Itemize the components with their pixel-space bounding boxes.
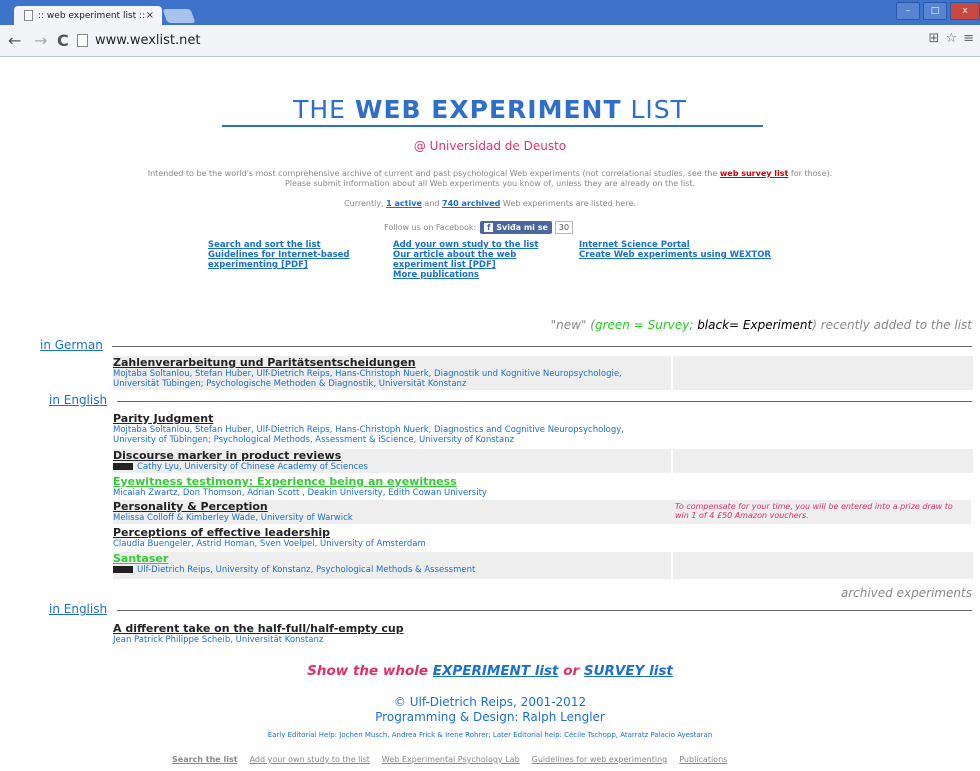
- new-tab-button[interactable]: [162, 9, 196, 23]
- forward-icon[interactable]: →: [34, 31, 47, 50]
- footer-lab-link[interactable]: Web Experimental Psychology Lab: [382, 755, 520, 764]
- window-controls: – □ x: [893, 2, 980, 20]
- article-link[interactable]: Our article about the web experiment lis…: [393, 250, 553, 270]
- browser-titlebar: :: web experiment list :: × – □ x: [0, 0, 980, 25]
- experiment-note: To compensate for your time, you will be…: [675, 502, 953, 520]
- maximize-button[interactable]: □: [923, 2, 947, 20]
- experiment-authors: Jean Patrick Philippe Scheib, Universitä…: [113, 635, 324, 645]
- experiment-title[interactable]: Parity Judgment: [113, 412, 971, 425]
- experiment-title[interactable]: Eyewitness testimony: Experience being a…: [113, 475, 971, 488]
- experiment-row: Zahlenverarbeitung und Paritätsentscheid…: [113, 356, 973, 390]
- links-col-1: Search and sort the list Guidelines for …: [208, 240, 358, 270]
- footer-publications-link[interactable]: Publications: [679, 755, 727, 764]
- url-text: www.wexlist.net: [95, 32, 201, 48]
- row-side-cell: [671, 552, 973, 579]
- search-list-link[interactable]: Search and sort the list: [208, 240, 358, 250]
- experiment-row: Eyewitness testimony: Experience being a…: [113, 475, 971, 499]
- internet-science-portal-link[interactable]: Internet Science Portal: [579, 240, 799, 250]
- footer-guidelines-link[interactable]: Guidelines for web experimenting: [532, 755, 668, 764]
- experiment-authors: Ulf-Dietrich Reips, University of Konsta…: [137, 565, 476, 575]
- programming-credit: Programming & Design: Ralph Lengler: [375, 710, 605, 724]
- experiment-row: Personality & Perception Melissa Colloff…: [113, 500, 971, 524]
- wextor-link[interactable]: Create Web experiments using WEXTOR: [579, 250, 799, 260]
- section-rule: [117, 401, 972, 402]
- experiment-row: A different take on the half-full/half-e…: [113, 622, 971, 648]
- menu-icon[interactable]: ≡: [963, 31, 974, 46]
- archived-heading: archived experiments: [840, 586, 972, 600]
- bookmark-star-icon[interactable]: ☆: [945, 31, 957, 46]
- experiment-list-link[interactable]: EXPERIMENT list: [433, 663, 559, 679]
- experiment-thumbnail: [113, 463, 133, 470]
- close-window-button[interactable]: x: [950, 2, 980, 20]
- facebook-like-button[interactable]: f Sviđa mi se: [480, 221, 552, 234]
- experiment-thumbnail: [113, 566, 133, 573]
- experiment-authors: Mojtaba Soltanlou, Stefan Huber, Ulf-Die…: [113, 369, 622, 389]
- show-whole-list: Show the whole EXPERIMENT list or SURVEY…: [307, 663, 673, 679]
- page-icon: [77, 33, 88, 47]
- page-icon: [24, 10, 33, 21]
- survey-list-link[interactable]: SURVEY list: [584, 663, 673, 679]
- title-underline: [222, 125, 763, 127]
- tab-title: :: web experiment list ::: [38, 10, 146, 21]
- footer-search-link[interactable]: Search the list: [172, 755, 238, 764]
- copyright: © Ulf-Dietrich Reips, 2001-2012: [393, 695, 587, 709]
- section-rule: [117, 610, 972, 611]
- experiment-authors: Cathy Lyu, University of Chinese Academy…: [137, 462, 368, 472]
- editorial-credit: Early Editorial Help: Jochen Musch, Andr…: [267, 731, 713, 739]
- reload-icon[interactable]: C: [57, 31, 69, 50]
- experiment-title[interactable]: A different take on the half-full/half-e…: [113, 622, 971, 635]
- footer-add-study-link[interactable]: Add your own study to the list: [250, 755, 370, 764]
- section-german[interactable]: in German: [40, 338, 105, 352]
- experiment-row: Discourse marker in product reviews Cath…: [113, 449, 973, 473]
- section-english[interactable]: in English: [49, 393, 110, 407]
- footer-nav: Search the list Add your own study to th…: [172, 755, 727, 764]
- facebook-icon: f: [484, 223, 494, 232]
- translate-icon[interactable]: ⊞: [929, 31, 940, 46]
- links-col-2: Add your own study to the list Our artic…: [393, 240, 553, 280]
- section-rule: [112, 346, 972, 347]
- browser-tab[interactable]: :: web experiment list :: ×: [14, 6, 162, 25]
- experiment-row: Perceptions of effective leadership Clau…: [113, 526, 971, 550]
- row-side-cell: [671, 449, 973, 473]
- tab-close-icon[interactable]: ×: [146, 10, 154, 21]
- legend: "new" (green = Survey; black= Experiment…: [550, 318, 972, 332]
- facebook-like-count: 30: [554, 221, 574, 234]
- minimize-button[interactable]: –: [896, 2, 920, 20]
- add-study-link[interactable]: Add your own study to the list: [393, 240, 553, 250]
- experiment-row: Parity Judgment Mojtaba Soltanlou, Stefa…: [113, 412, 971, 448]
- credits: © Ulf-Dietrich Reips, 2001-2012 Programm…: [0, 695, 980, 725]
- active-link[interactable]: 1 active: [386, 199, 422, 208]
- intro-text: Intended to be the world's most comprehe…: [147, 169, 833, 188]
- section-english-archived[interactable]: in English: [49, 602, 110, 616]
- guidelines-link[interactable]: Guidelines for Internet-based experiment…: [208, 250, 358, 270]
- experiment-authors: Mojtaba Soltanlou, Stefan Huber, Ulf-Die…: [113, 425, 624, 445]
- experiment-row: Santaser Ulf-Dietrich Reips, University …: [113, 552, 973, 579]
- back-icon[interactable]: ←: [8, 31, 21, 50]
- browser-toolbar: ← → C www.wexlist.net ⊞ ☆ ≡: [0, 25, 980, 57]
- experiment-title[interactable]: Perceptions of effective leadership: [113, 526, 971, 539]
- subtitle: @ Universidad de Deusto: [413, 139, 567, 153]
- experiment-authors: Claudia Buengeler, Astrid Homan, Sven Vo…: [113, 539, 426, 549]
- counts-text: Currently, 1 active and 740 archived Web…: [344, 199, 636, 208]
- more-publications-link[interactable]: More publications: [393, 270, 553, 280]
- web-survey-list-link[interactable]: web survey list: [720, 169, 788, 178]
- archived-link[interactable]: 740 archived: [442, 199, 500, 208]
- row-side-cell: [671, 356, 973, 390]
- page-title: THE WEB EXPERIMENT LIST: [293, 95, 687, 124]
- address-bar[interactable]: www.wexlist.net: [77, 29, 917, 51]
- facebook-follow: Follow us on Facebook: f Sviđa mi se 30: [384, 221, 574, 234]
- experiment-authors: Micaiah Zwartz, Don Thomson, Adrian Scot…: [113, 488, 487, 498]
- links-col-3: Internet Science Portal Create Web exper…: [579, 240, 799, 260]
